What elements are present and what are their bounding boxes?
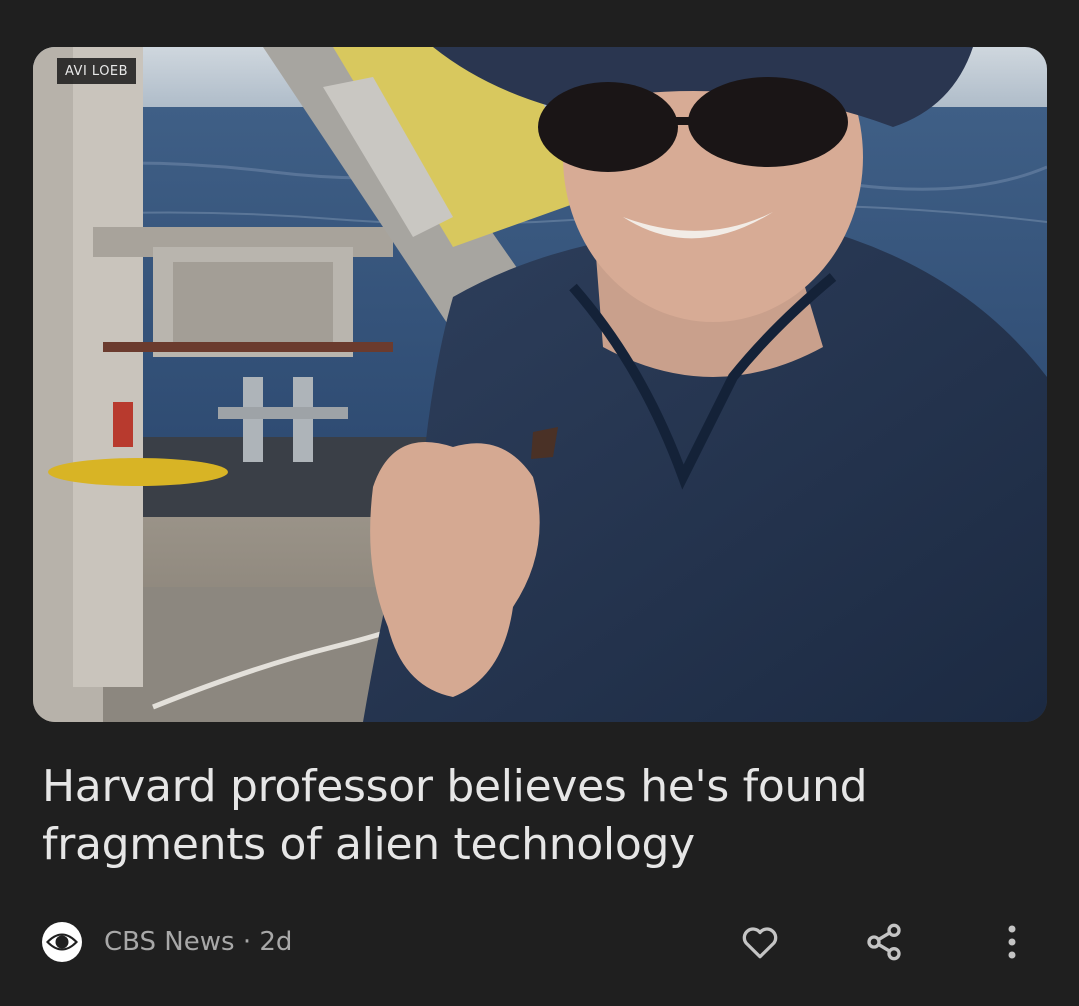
heart-outline-icon: [742, 927, 778, 959]
more-options-button[interactable]: [986, 916, 1038, 968]
source-name[interactable]: CBS News: [104, 927, 235, 957]
share-button[interactable]: [858, 916, 910, 968]
like-button[interactable]: [734, 916, 786, 968]
photo-credit-label: AVI LOEB: [57, 58, 137, 84]
article-meta: CBS News · 2d: [42, 916, 292, 968]
cbs-eye-icon: [42, 922, 82, 962]
article-age: 2d: [259, 927, 293, 957]
share-icon: [867, 923, 901, 961]
article-photo: [33, 47, 1047, 722]
article-image[interactable]: AVI LOEB: [33, 47, 1047, 722]
more-vertical-icon: [1008, 925, 1016, 959]
news-card[interactable]: AVI LOEB Harvard professor believes he's…: [0, 0, 1079, 1006]
article-headline[interactable]: Harvard professor believes he's found fr…: [42, 758, 1032, 874]
meta-separator: ·: [234, 927, 260, 957]
